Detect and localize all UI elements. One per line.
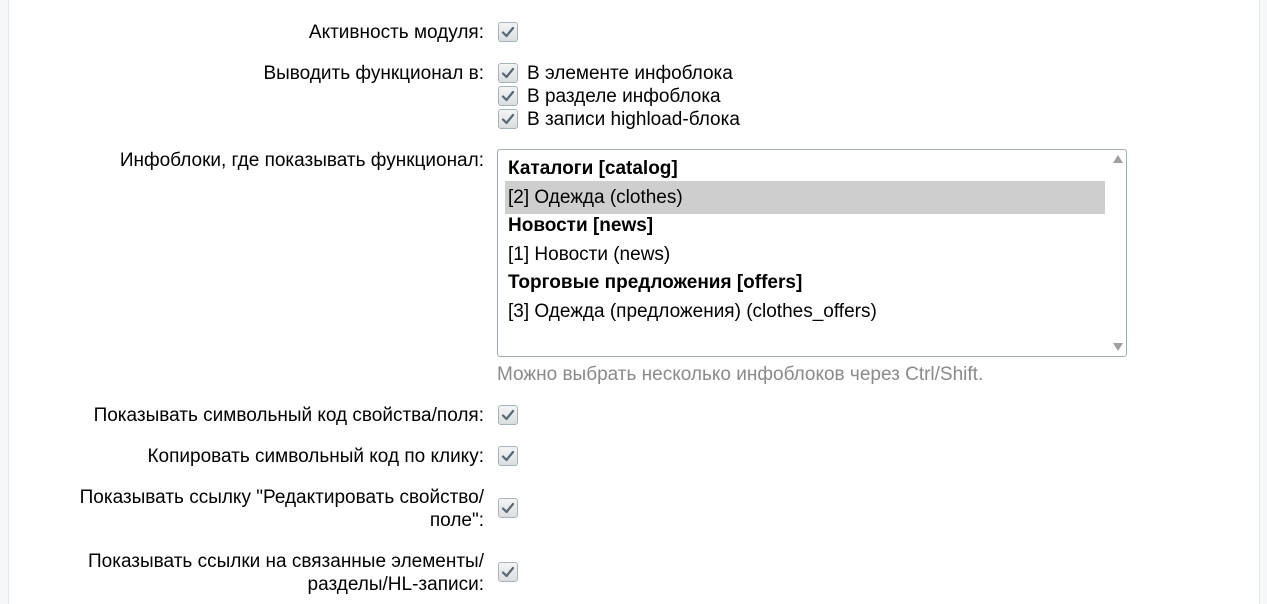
check-icon (501, 67, 515, 79)
scroll-up-arrow-icon[interactable] (1113, 155, 1123, 163)
display-in-label: Выводить функционал в: (263, 63, 484, 84)
check-icon (501, 90, 515, 102)
check-icon (501, 409, 515, 421)
copy-code-checkbox[interactable] (498, 446, 518, 466)
display-in-highload-label[interactable]: В записи highload-блока (527, 108, 740, 131)
scroll-down-arrow-icon[interactable] (1113, 343, 1123, 351)
iblock-option-clothes-offers[interactable]: [3] Одежда (предложения) (clothes_offers… (505, 295, 1105, 328)
module-active-label: Активность модуля: (308, 22, 484, 43)
check-icon (501, 26, 515, 38)
show-code-label: Показывать символьный код свойства/поля: (93, 405, 484, 426)
iblocks-hint: Можно выбрать несколько инфоблоков через… (497, 364, 984, 385)
related-links-label-line1: Показывать ссылки на связанные элементы/ (88, 551, 484, 572)
iblocks-multiselect[interactable]: Каталоги [catalog] [2] Одежда (clothes) … (497, 149, 1127, 357)
copy-code-label: Копировать символьный код по клику: (147, 446, 484, 467)
check-icon (501, 113, 515, 125)
display-in-section-label[interactable]: В разделе инфоблока (527, 85, 721, 108)
show-code-checkbox[interactable] (498, 405, 518, 425)
display-in-element-label[interactable]: В элементе инфоблока (527, 62, 733, 85)
display-in-element-checkbox[interactable] (498, 63, 518, 83)
check-icon (501, 450, 515, 462)
iblocks-label: Инфоблоки, где показывать функционал: (119, 150, 484, 171)
edit-link-checkbox[interactable] (498, 498, 518, 518)
edit-link-label-line1: Показывать ссылку "Редактировать свойств… (79, 487, 484, 508)
check-icon (501, 502, 515, 514)
display-in-highload-checkbox[interactable] (498, 109, 518, 129)
related-links-checkbox[interactable] (498, 562, 518, 582)
display-in-section-checkbox[interactable] (498, 86, 518, 106)
module-active-checkbox[interactable] (498, 22, 518, 42)
related-links-label-line2: разделы/HL-записи: (307, 574, 484, 595)
check-icon (501, 566, 515, 578)
edit-link-label-line2: поле": (429, 510, 484, 531)
